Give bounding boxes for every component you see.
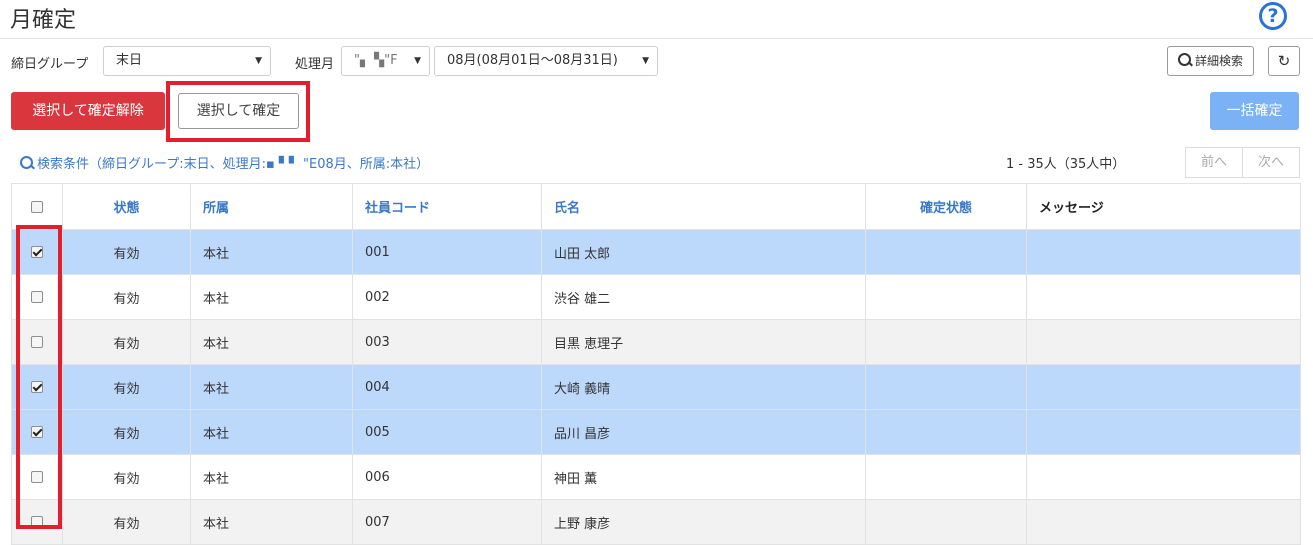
cell-department: 本社 <box>190 409 353 455</box>
chevron-down-icon: ▼ <box>255 56 262 66</box>
title-divider <box>0 38 1313 39</box>
page-title: 月確定 <box>10 8 77 33</box>
cell-message <box>1026 454 1301 500</box>
table-row[interactable]: 有効 本社 005 品川 昌彦 <box>11 409 1301 455</box>
cell-message <box>1026 319 1301 365</box>
select-all-checkbox[interactable] <box>31 200 43 213</box>
cell-name: 大崎 義晴 <box>541 364 866 410</box>
cell-status: 有効 <box>62 364 191 410</box>
cell-code: 002 <box>352 274 542 320</box>
column-name[interactable]: 氏名 <box>541 183 866 230</box>
select-all-cell[interactable] <box>11 183 63 230</box>
bulk-confirm-button[interactable]: 一括確定 <box>1210 92 1299 130</box>
cell-confirm-state <box>865 229 1027 275</box>
cell-confirm-state <box>865 274 1027 320</box>
cell-name: 品川 昌彦 <box>541 409 866 455</box>
annotation-highlight-confirm <box>166 81 310 142</box>
refresh-button[interactable]: ↻ <box>1268 46 1300 76</box>
cell-code: 004 <box>352 364 542 410</box>
cell-message <box>1026 409 1301 455</box>
cell-department: 本社 <box>190 364 353 410</box>
table-row[interactable]: 有効 本社 002 渋谷 雄二 <box>11 274 1301 320</box>
search-condition-text: 検索条件（締日グループ:末日、処理月:▪ ▘▘ "E08月、所属:本社） <box>37 157 430 172</box>
cell-confirm-state <box>865 454 1027 500</box>
result-count: 1 - 35人（35人中） <box>1006 157 1126 172</box>
cell-message <box>1026 499 1301 545</box>
cell-name: 上野 康彦 <box>541 499 866 545</box>
closing-group-label: 締日グループ <box>11 57 89 72</box>
unconfirm-selected-button[interactable]: 選択して確定解除 <box>11 92 165 130</box>
cell-department: 本社 <box>190 454 353 500</box>
column-message: メッセージ <box>1026 183 1301 230</box>
search-icon <box>20 156 33 169</box>
cell-message <box>1026 364 1301 410</box>
table-row[interactable]: 有効 本社 001 山田 太郎 <box>11 229 1301 275</box>
cell-department: 本社 <box>190 319 353 365</box>
table-row[interactable]: 有効 本社 003 目黒 恵理子 <box>11 319 1301 365</box>
detail-search-button[interactable]: 詳細検索 <box>1167 46 1254 76</box>
search-icon <box>1177 53 1191 66</box>
column-status[interactable]: 状態 <box>62 183 191 230</box>
cell-confirm-state <box>865 409 1027 455</box>
column-department[interactable]: 所属 <box>190 183 353 230</box>
cell-status: 有効 <box>62 499 191 545</box>
month-select[interactable]: 08月(08月01日～08月31日) ▼ <box>434 46 658 76</box>
cell-confirm-state <box>865 319 1027 365</box>
month-label: 処理月 <box>295 57 335 72</box>
next-page-button[interactable]: 次へ <box>1242 147 1300 178</box>
cell-confirm-state <box>865 499 1027 545</box>
column-confirm-state[interactable]: 確定状態 <box>865 183 1027 230</box>
table-row[interactable]: 有効 本社 006 神田 薫 <box>11 454 1301 500</box>
month-value: 08月(08月01日～08月31日) <box>447 53 618 68</box>
cell-code: 007 <box>352 499 542 545</box>
cell-code: 001 <box>352 229 542 275</box>
cell-department: 本社 <box>190 229 353 275</box>
cell-status: 有効 <box>62 229 191 275</box>
search-condition[interactable]: 検索条件（締日グループ:末日、処理月:▪ ▘▘ "E08月、所属:本社） <box>20 153 429 172</box>
chevron-down-icon: ▼ <box>414 56 421 66</box>
table-row[interactable]: 有効 本社 004 大崎 義晴 <box>11 364 1301 410</box>
closing-group-select[interactable]: 末日 ▼ <box>103 46 271 76</box>
cell-code: 005 <box>352 409 542 455</box>
cell-status: 有効 <box>62 454 191 500</box>
refresh-icon: ↻ <box>1277 52 1291 70</box>
cell-name: 渋谷 雄二 <box>541 274 866 320</box>
help-icon[interactable]: ? <box>1259 2 1287 30</box>
year-select[interactable]: "▖ ▚"F ▼ <box>341 46 430 76</box>
year-value: "▖ ▚"F <box>354 53 398 68</box>
detail-search-label: 詳細検索 <box>1194 54 1243 68</box>
cell-department: 本社 <box>190 499 353 545</box>
closing-group-value: 末日 <box>116 53 143 68</box>
cell-confirm-state <box>865 364 1027 410</box>
cell-department: 本社 <box>190 274 353 320</box>
cell-status: 有効 <box>62 409 191 455</box>
cell-name: 神田 薫 <box>541 454 866 500</box>
annotation-highlight-checkboxes <box>16 225 62 529</box>
cell-name: 目黒 恵理子 <box>541 319 866 365</box>
table-header: 状態 所属 社員コード 氏名 確定状態 メッセージ <box>11 183 1301 230</box>
cell-code: 003 <box>352 319 542 365</box>
cell-message <box>1026 274 1301 320</box>
cell-message <box>1026 229 1301 275</box>
table-row[interactable]: 有効 本社 007 上野 康彦 <box>11 499 1301 545</box>
cell-status: 有効 <box>62 319 191 365</box>
chevron-down-icon: ▼ <box>642 56 649 66</box>
cell-name: 山田 太郎 <box>541 229 866 275</box>
cell-code: 006 <box>352 454 542 500</box>
prev-page-button[interactable]: 前へ <box>1185 147 1243 178</box>
employee-table: 状態 所属 社員コード 氏名 確定状態 メッセージ 有効 本社 001 山田 太郎 有効… <box>11 183 1301 545</box>
cell-status: 有効 <box>62 274 191 320</box>
column-code[interactable]: 社員コード <box>352 183 542 230</box>
